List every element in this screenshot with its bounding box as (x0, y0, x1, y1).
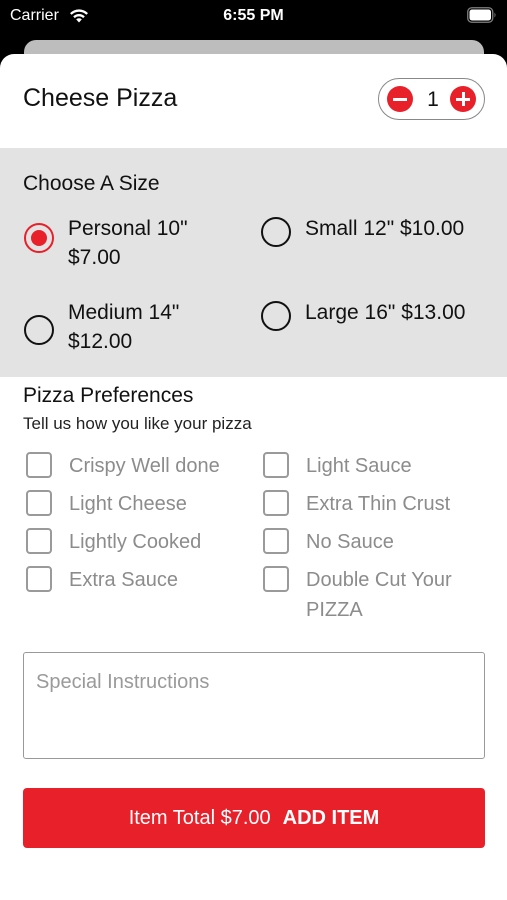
checkbox-label: Double Cut Your PIZZA (306, 569, 452, 621)
pref-crispy-well-done[interactable]: Crispy Well done (26, 451, 246, 481)
radio-icon (261, 217, 291, 247)
checkbox-label: Light Sauce (306, 455, 412, 477)
add-item-button[interactable]: Item Total $7.00 ADD ITEM (23, 788, 485, 848)
pref-light-cheese[interactable]: Light Cheese (26, 489, 246, 519)
radio-selected-icon (24, 223, 54, 253)
add-item-label: ADD ITEM (282, 806, 380, 829)
preferences-subtitle: Tell us how you like your pizza (23, 414, 252, 433)
item-sheet: Cheese Pizza 1 Choose A Size Personal 10… (0, 54, 507, 900)
checkbox[interactable] (263, 566, 289, 592)
preferences-title: Pizza Preferences (23, 384, 194, 407)
size-option-label: Personal 10" $7.00 (68, 217, 188, 269)
checkbox-label: Extra Thin Crust (306, 493, 451, 515)
size-option-label: Small 12" $10.00 (305, 217, 465, 240)
checkbox[interactable] (263, 452, 289, 478)
checkbox[interactable] (263, 490, 289, 516)
increment-button[interactable] (450, 86, 476, 112)
size-option-large[interactable]: Large 16" $13.00 (261, 298, 491, 338)
size-option-label: Large 16" $13.00 (305, 301, 466, 324)
quantity-stepper: 1 (378, 78, 485, 120)
checkbox-label: Extra Sauce (69, 569, 178, 591)
pref-extra-sauce[interactable]: Extra Sauce (26, 565, 246, 595)
minus-icon (393, 98, 407, 101)
checkbox[interactable] (26, 452, 52, 478)
size-option-medium[interactable]: Medium 14" $12.00 (24, 298, 234, 358)
radio-icon (24, 315, 54, 345)
battery-icon (467, 7, 496, 23)
pref-double-cut-pizza[interactable]: Double Cut Your PIZZA (263, 565, 493, 625)
size-section-title: Choose A Size (23, 172, 160, 195)
size-section: Choose A Size Personal 10" $7.00 Small 12… (0, 148, 507, 377)
checkbox-label: Crispy Well done (69, 455, 220, 477)
checkbox-label: Light Cheese (69, 493, 187, 515)
size-option-personal[interactable]: Personal 10" $7.00 (24, 214, 234, 274)
checkbox[interactable] (263, 528, 289, 554)
decrement-button[interactable] (387, 86, 413, 112)
pref-lightly-cooked[interactable]: Lightly Cooked (26, 527, 246, 557)
checkbox-label: Lightly Cooked (69, 531, 202, 553)
status-bar: Carrier 6:55 PM (0, 0, 507, 34)
item-title: Cheese Pizza (23, 84, 178, 112)
checkbox[interactable] (26, 490, 52, 516)
checkbox[interactable] (26, 528, 52, 554)
quantity-value: 1 (427, 88, 439, 111)
size-option-label: Medium 14" $12.00 (68, 301, 180, 353)
checkbox[interactable] (26, 566, 52, 592)
checkbox-label: No Sauce (306, 531, 394, 553)
special-instructions-input[interactable] (23, 652, 485, 759)
radio-icon (261, 301, 291, 331)
pref-extra-thin-crust[interactable]: Extra Thin Crust (263, 489, 493, 519)
pref-no-sauce[interactable]: No Sauce (263, 527, 493, 557)
item-header: Cheese Pizza 1 (0, 54, 507, 148)
pref-light-sauce[interactable]: Light Sauce (263, 451, 493, 481)
status-time: 6:55 PM (223, 7, 284, 24)
size-option-small[interactable]: Small 12" $10.00 (261, 214, 491, 254)
item-total: Item Total $7.00 (128, 806, 271, 829)
